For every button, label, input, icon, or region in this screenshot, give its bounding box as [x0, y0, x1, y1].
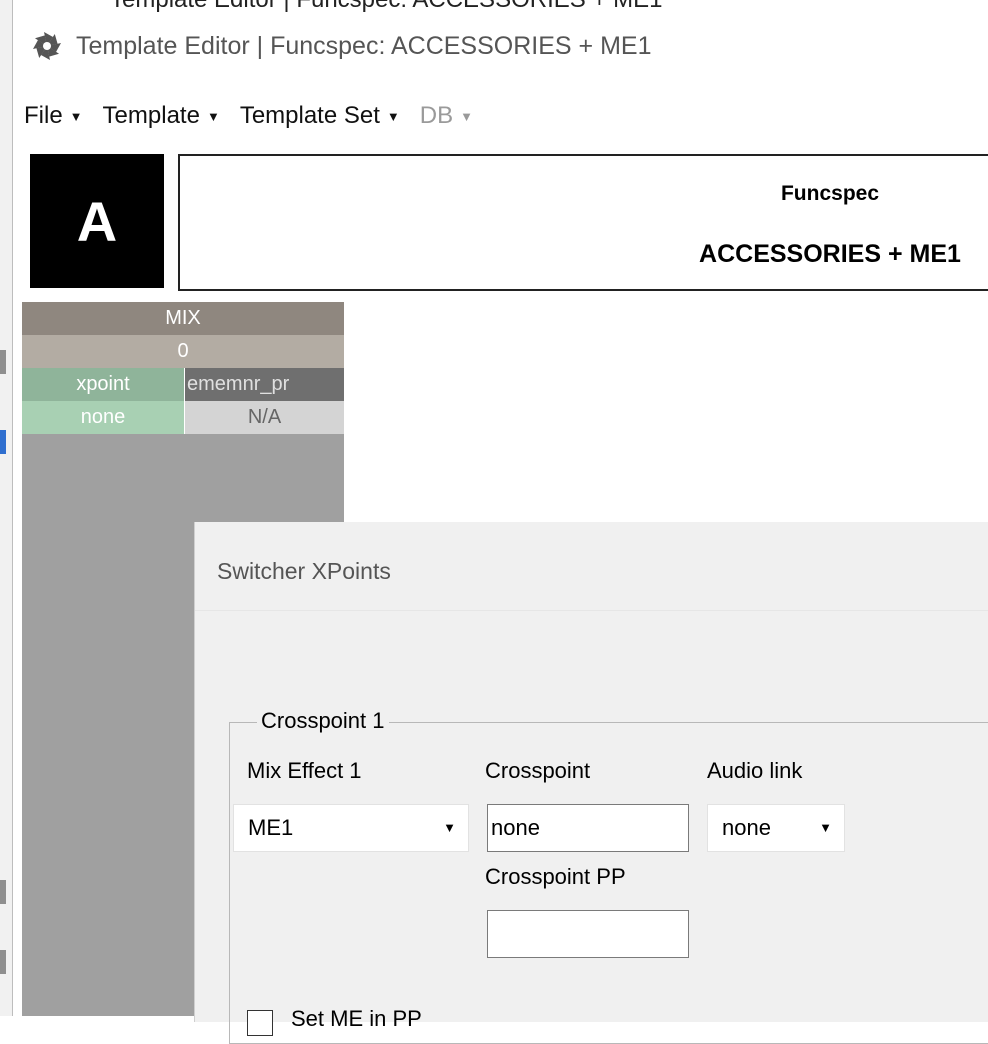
- edge-marker-selected: [0, 430, 6, 454]
- chevron-down-icon: ▼: [819, 820, 832, 835]
- switcher-xpoints-dialog: Switcher XPoints Crosspoint 1 Mix Effect…: [194, 522, 988, 1044]
- menu-file[interactable]: File ▼: [24, 102, 83, 130]
- clipped-heading: Template Editor | Funcspec: ACCESSORIES …: [0, 0, 988, 14]
- funcspec-label: Funcspec: [780, 182, 880, 205]
- crosspoint-group-title: Crosspoint 1: [257, 708, 389, 734]
- crosspoint-input[interactable]: none: [487, 804, 689, 852]
- menu-template-set-label: Template Set: [239, 102, 380, 129]
- edge-marker: [0, 880, 6, 904]
- grid-cell-type-value[interactable]: none: [22, 401, 184, 434]
- caret-down-icon: ▼: [69, 108, 83, 124]
- funcspec-header: Funcspec ACCESSORIES + ME1: [178, 154, 988, 291]
- funcspec-name: ACCESSORIES + ME1: [699, 240, 961, 268]
- edge-marker: [0, 950, 6, 974]
- audio-link-label: Audio link: [707, 758, 803, 783]
- left-edge-panel: [0, 0, 13, 1016]
- menu-template[interactable]: Template ▼: [103, 102, 220, 130]
- mix-effect-label: Mix Effect 1: [247, 758, 362, 783]
- menu-file-label: File: [24, 102, 63, 129]
- grid-header-mix[interactable]: MIX: [22, 302, 344, 335]
- menu-template-label: Template: [102, 102, 200, 129]
- crosspoint-label: Crosspoint: [485, 758, 591, 783]
- grid-cell-name-label[interactable]: ememnr_pr: [185, 368, 344, 401]
- crosspoint-pp-input[interactable]: [487, 910, 689, 958]
- menu-bar: File ▼ Template ▼ Template Set ▼ DB ▼: [24, 102, 473, 130]
- mix-effect-value: ME1: [248, 815, 294, 840]
- audio-link-dropdown[interactable]: none ▼: [707, 804, 845, 852]
- mode-letter: A: [76, 189, 118, 253]
- menu-template-set[interactable]: Template Set ▼: [240, 102, 400, 130]
- grid-row-index[interactable]: 0: [22, 335, 344, 368]
- caret-down-icon: ▼: [460, 108, 473, 124]
- clipped-heading-text: Template Editor | Funcspec: ACCESSORIES …: [110, 0, 662, 14]
- window-title: Template Editor | Funcspec: ACCESSORIES …: [76, 31, 652, 60]
- mix-effect-dropdown[interactable]: ME1 ▼: [233, 804, 469, 852]
- menu-db-label: DB: [419, 102, 454, 129]
- chevron-down-icon: ▼: [443, 820, 456, 835]
- audio-link-value: none: [722, 815, 771, 840]
- crosspoint-pp-label: Crosspoint PP: [485, 864, 626, 889]
- grid-cell-type-label[interactable]: xpoint: [22, 368, 184, 401]
- dialog-title: Switcher XPoints: [217, 558, 391, 584]
- menu-db[interactable]: DB ▼: [420, 102, 473, 130]
- caret-down-icon: ▼: [386, 108, 400, 124]
- mode-indicator: A: [30, 154, 164, 288]
- edge-marker: [0, 350, 6, 374]
- caret-down-icon: ▼: [206, 108, 220, 124]
- set-me-in-pp-label[interactable]: Set ME in PP: [291, 1006, 422, 1032]
- grid-cell-name-value[interactable]: N/A: [185, 401, 344, 434]
- window-title-bar: Template Editor | Funcspec: ACCESSORIES …: [30, 26, 651, 66]
- pinwheel-logo-icon: [33, 32, 61, 60]
- set-me-in-pp-checkbox[interactable]: [247, 1010, 273, 1036]
- dialog-title-divider: [195, 610, 988, 611]
